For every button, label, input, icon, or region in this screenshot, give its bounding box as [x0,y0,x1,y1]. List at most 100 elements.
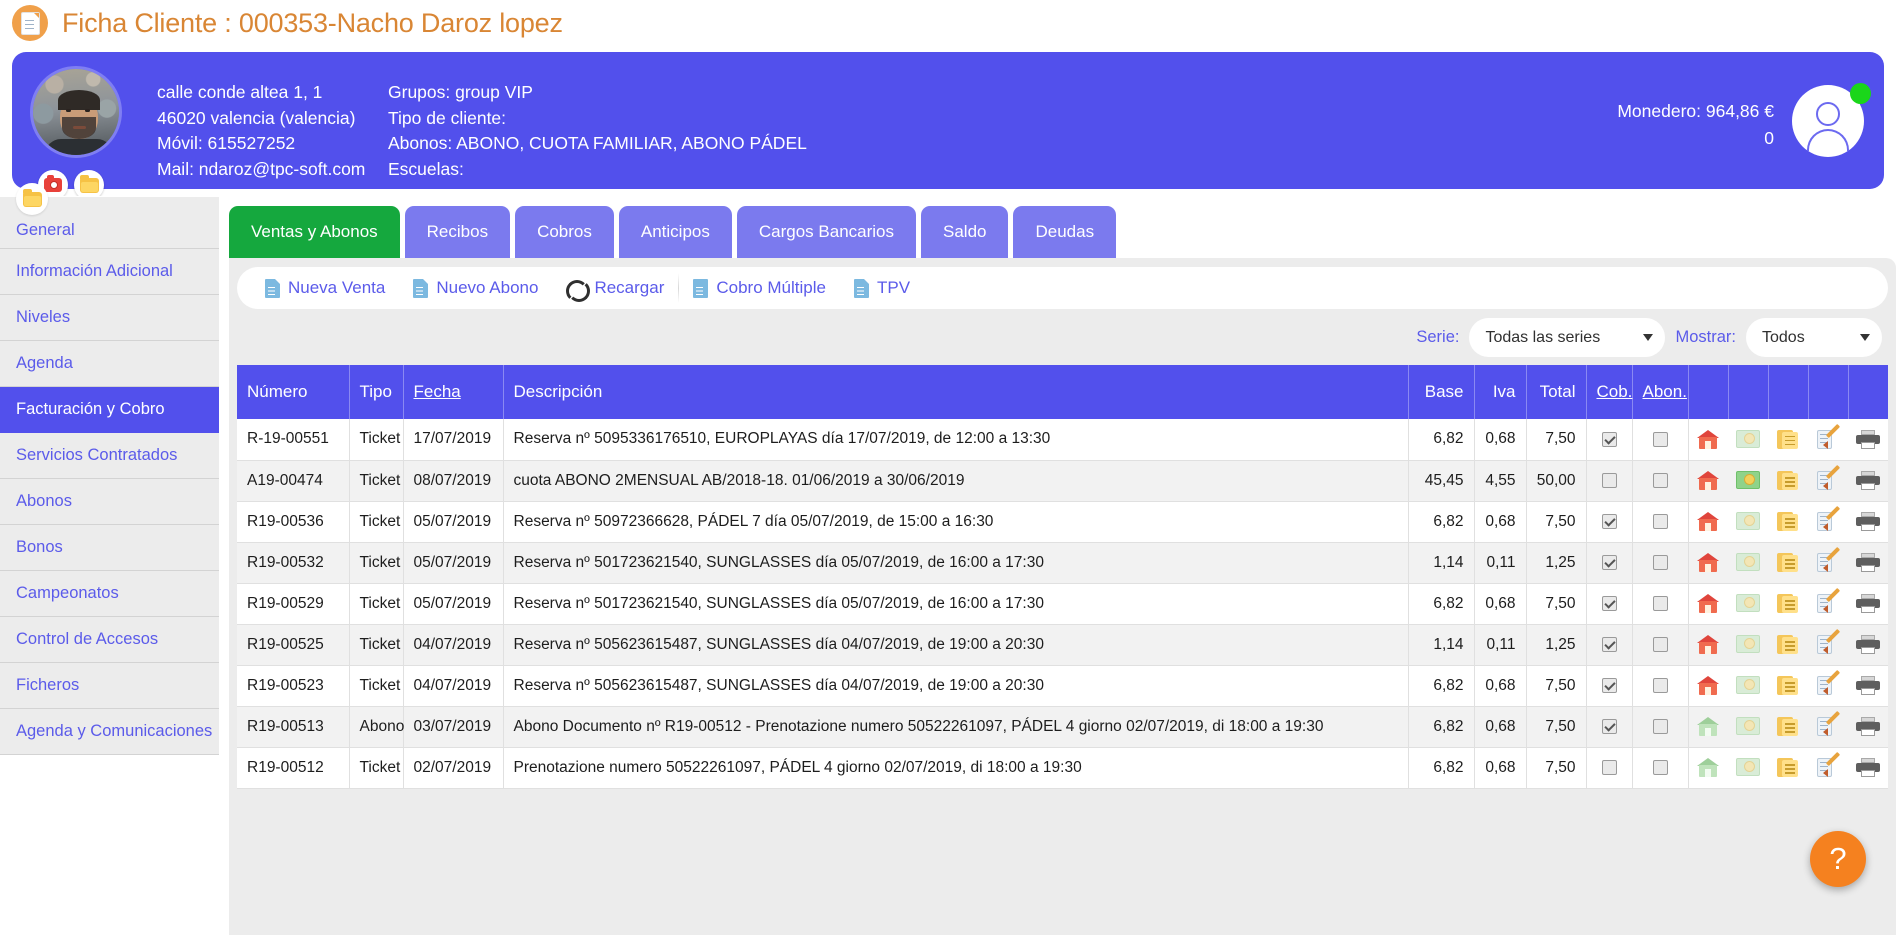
cell-action-house[interactable] [1688,542,1728,584]
toolbar-nueva-venta-button[interactable]: Nueva Venta [251,271,399,305]
cell-action-print[interactable] [1848,501,1888,543]
tab-deudas[interactable]: Deudas [1013,206,1117,258]
cell-action-house[interactable] [1688,747,1728,789]
cell-action-note[interactable] [1768,706,1808,748]
toolbar-tpv-button[interactable]: TPV [840,271,924,305]
cell-action-edit[interactable] [1808,460,1848,502]
note-icon[interactable] [1777,512,1799,531]
cell-action-house[interactable] [1688,419,1728,461]
cobrado-checkbox[interactable] [1601,513,1617,529]
column-header-cob[interactable]: Cob. [1586,365,1633,419]
house-icon[interactable] [1697,635,1720,654]
cell-action-house[interactable] [1688,501,1728,543]
tab-anticipos[interactable]: Anticipos [618,206,732,258]
table-row[interactable]: R19-00513 Abono 03/07/2019 Abono Documento … [237,706,1888,748]
cell-action-edit[interactable] [1808,419,1848,461]
print-icon[interactable] [1856,594,1880,613]
cell-action-print[interactable] [1848,419,1888,461]
edit-icon[interactable] [1817,423,1841,449]
note-icon[interactable] [1777,471,1799,490]
edit-icon[interactable] [1817,751,1841,777]
house-icon[interactable] [1697,758,1720,777]
sidebar-item-informaci-n-adicional[interactable]: Información Adicional [0,249,219,295]
cell-action-print[interactable] [1848,542,1888,584]
cobrado-checkbox[interactable] [1601,431,1617,447]
print-icon[interactable] [1856,717,1880,736]
toolbar-cobro-m-ltiple-button[interactable]: Cobro Múltiple [679,271,840,305]
house-icon[interactable] [1697,594,1720,613]
sidebar-item-ficheros[interactable]: Ficheros [0,663,219,709]
cell-action-house[interactable] [1688,665,1728,707]
table-row[interactable]: R19-00532 Ticket 05/07/2019 Reserva nº 5017… [237,542,1888,584]
abonado-checkbox[interactable] [1652,759,1668,775]
cell-action-money[interactable] [1728,583,1768,625]
cell-action-print[interactable] [1848,706,1888,748]
abonado-checkbox[interactable] [1652,595,1668,611]
note-icon[interactable] [1777,594,1799,613]
cell-action-edit[interactable] [1808,501,1848,543]
note-icon[interactable] [1777,758,1799,777]
cell-action-note[interactable] [1768,542,1808,584]
sidebar-item-bonos[interactable]: Bonos [0,525,219,571]
help-button[interactable]: ? [1810,831,1866,887]
sidebar-item-control-de-accesos[interactable]: Control de Accesos [0,617,219,663]
tab-ventas-y-abonos[interactable]: Ventas y Abonos [229,206,400,258]
cobrado-checkbox[interactable] [1601,677,1617,693]
house-icon[interactable] [1697,471,1720,490]
sidebar-item-agenda[interactable]: Agenda [0,341,219,387]
sidebar-item-abonos[interactable]: Abonos [0,479,219,525]
abonado-checkbox[interactable] [1652,636,1668,652]
avatar[interactable] [30,66,122,158]
print-icon[interactable] [1856,471,1880,490]
cobrado-checkbox[interactable] [1601,636,1617,652]
house-icon[interactable] [1697,676,1720,695]
note-icon[interactable] [1777,553,1799,572]
cell-action-money[interactable] [1728,419,1768,461]
money-icon[interactable] [1736,594,1760,613]
tab-cobros[interactable]: Cobros [515,206,614,258]
abonado-checkbox[interactable] [1652,554,1668,570]
edit-icon[interactable] [1817,546,1841,572]
abonado-checkbox[interactable] [1652,513,1668,529]
edit-icon[interactable] [1817,628,1841,654]
cell-action-note[interactable] [1768,624,1808,666]
cell-action-print[interactable] [1848,665,1888,707]
cell-action-money[interactable] [1728,460,1768,502]
toolbar-recargar-button[interactable]: Recargar [552,271,678,305]
cobrado-checkbox[interactable] [1601,759,1617,775]
print-icon[interactable] [1856,758,1880,777]
table-row[interactable]: R19-00512 Ticket 02/07/2019 Prenotazione nu… [237,747,1888,789]
note-icon[interactable] [1777,676,1799,695]
cell-action-edit[interactable] [1808,583,1848,625]
tab-recibos[interactable]: Recibos [404,206,511,258]
cell-action-house[interactable] [1688,583,1728,625]
cell-action-house[interactable] [1688,460,1728,502]
sidebar-item-niveles[interactable]: Niveles [0,295,219,341]
cobrado-checkbox[interactable] [1601,595,1617,611]
cell-action-note[interactable] [1768,460,1808,502]
cell-action-print[interactable] [1848,747,1888,789]
sidebar-item-servicios-contratados[interactable]: Servicios Contratados [0,433,219,479]
cell-action-money[interactable] [1728,624,1768,666]
print-icon[interactable] [1856,676,1880,695]
tab-cargos-bancarios[interactable]: Cargos Bancarios [736,206,916,258]
table-row[interactable]: R19-00529 Ticket 05/07/2019 Reserva nº 5017… [237,583,1888,625]
cell-action-edit[interactable] [1808,706,1848,748]
print-icon[interactable] [1856,429,1880,449]
abonado-checkbox[interactable] [1652,472,1668,488]
cell-action-print[interactable] [1848,460,1888,502]
print-icon[interactable] [1856,512,1880,531]
house-icon[interactable] [1697,512,1720,531]
cell-action-money[interactable] [1728,665,1768,707]
table-row[interactable]: R-19-00551 Ticket 17/07/2019 Reserva nº 509… [237,419,1888,461]
cell-action-money[interactable] [1728,501,1768,543]
cell-action-note[interactable] [1768,419,1808,461]
sidebar-item-facturaci-n-y-cobro[interactable]: Facturación y Cobro [0,387,219,433]
cobrado-checkbox[interactable] [1601,718,1617,734]
table-row[interactable]: R19-00525 Ticket 04/07/2019 Reserva nº 5056… [237,624,1888,666]
cell-action-money[interactable] [1728,747,1768,789]
money-icon[interactable] [1736,758,1760,777]
serie-select[interactable]: Todas las series [1469,318,1666,357]
table-row[interactable]: A19-00474 Ticket 08/07/2019 cuota ABONO 2ME… [237,460,1888,502]
print-icon[interactable] [1856,635,1880,654]
